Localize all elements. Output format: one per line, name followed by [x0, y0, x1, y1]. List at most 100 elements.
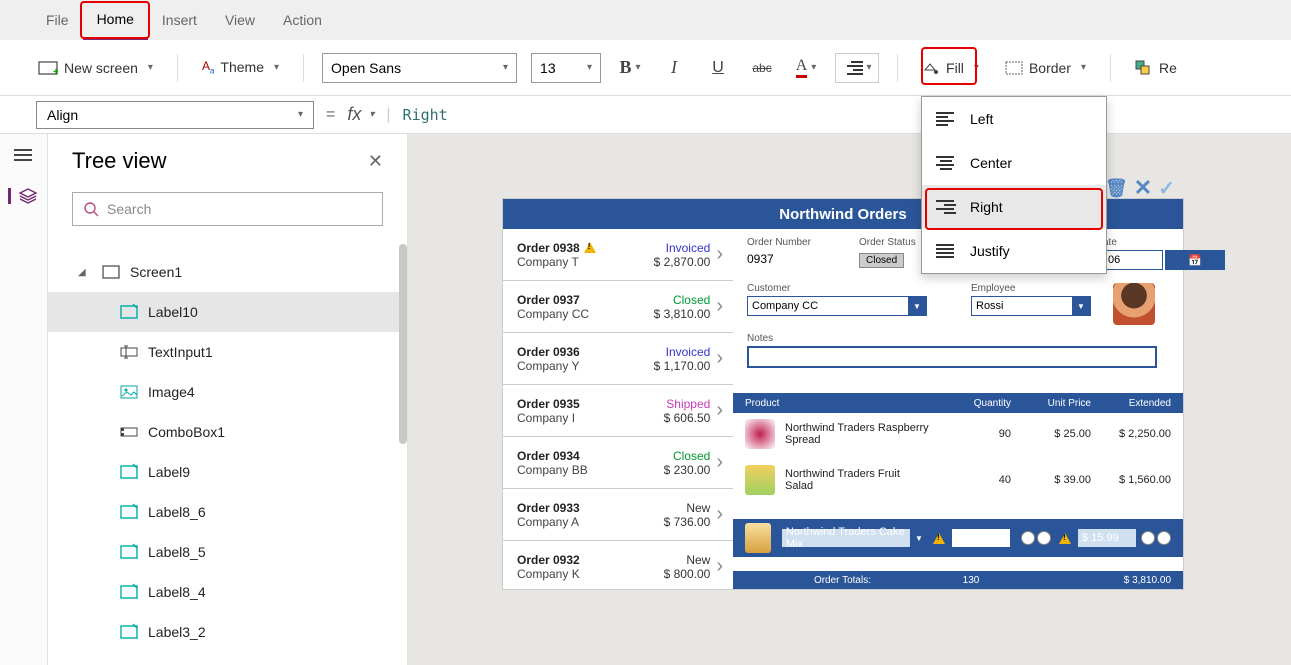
tree-item-textinput1[interactable]: TextInput1 — [48, 332, 407, 372]
align-justify-icon — [936, 244, 956, 258]
formula-value-input[interactable]: Right — [403, 106, 448, 124]
order-status-label: Order Status — [859, 237, 916, 248]
new-screen-button[interactable]: + New screen▾ — [32, 56, 159, 80]
border-icon — [1005, 61, 1023, 75]
order-row[interactable]: Order 0935Company IShipped$ 606.50› — [503, 385, 733, 437]
tree-item-label9[interactable]: Label9 — [48, 452, 407, 492]
customer-dropdown[interactable]: Company CC ▼ — [747, 296, 927, 316]
chevron-down-icon: ▾ — [974, 62, 979, 73]
ribbon-toolbar: + New screen▾ Aa Theme▾ Open Sans▾ 13▾ B… — [0, 40, 1291, 96]
tree-item-label3_2[interactable]: Label3_2 — [48, 612, 407, 652]
search-input[interactable]: Search — [72, 192, 383, 226]
tree-item-label8_6[interactable]: Label8_6 — [48, 492, 407, 532]
control-icon — [120, 423, 138, 441]
cancel-icon[interactable]: ✕ — [1134, 175, 1152, 201]
tree-root-screen[interactable]: ◢ Screen1 — [48, 252, 407, 292]
font-color-button[interactable]: A▾ — [791, 53, 821, 83]
fill-icon — [922, 60, 940, 76]
tree-list: ◢ Screen1 Label10TextInput1Image4ComboBo… — [48, 244, 407, 660]
lines-header: Product Quantity Unit Price Extended — [733, 393, 1183, 413]
menu-action[interactable]: Action — [269, 0, 336, 40]
property-select[interactable]: Align▾ — [36, 101, 314, 129]
control-icon — [120, 543, 138, 561]
chevron-down-icon: ▾ — [369, 109, 374, 120]
control-icon — [120, 343, 138, 361]
employee-avatar — [1113, 283, 1155, 325]
line-item-row[interactable]: Northwind Traders Fruit Salad40$ 39.00$ … — [733, 459, 1183, 501]
border-button[interactable]: Border▾ — [999, 56, 1092, 80]
warning-icon — [1059, 533, 1071, 544]
employee-dropdown[interactable]: Rossi ▼ — [971, 296, 1091, 316]
line-item-row[interactable]: Northwind Traders Raspberry Spread90$ 25… — [733, 413, 1183, 455]
italic-button[interactable]: I — [659, 53, 689, 83]
customer-label: Customer — [747, 283, 937, 294]
product-dropdown[interactable]: Northwind Traders Cake Mix ▼ — [781, 528, 929, 548]
reorder-icon — [1135, 60, 1153, 76]
fx-label[interactable]: fx▾ — [347, 104, 374, 125]
menu-file[interactable]: File — [32, 0, 83, 40]
tree-item-label10[interactable]: Label10 — [48, 292, 407, 332]
align-justify-option[interactable]: Justify — [922, 229, 1106, 273]
order-row[interactable]: Order 0933Company ANew$ 736.00› — [503, 489, 733, 541]
order-row[interactable]: Order 0934Company BBClosed$ 230.00› — [503, 437, 733, 489]
align-left-option[interactable]: Left — [922, 97, 1106, 141]
collapse-icon[interactable]: ◢ — [78, 267, 88, 278]
font-select[interactable]: Open Sans▾ — [322, 53, 517, 83]
employee-label: Employee — [971, 283, 1101, 294]
product-image — [745, 465, 775, 495]
order-date-label: ate — [1103, 237, 1225, 248]
new-line-row[interactable]: Northwind Traders Cake Mix ▼ $ 15.99 — [733, 519, 1183, 557]
order-row[interactable]: Order 0938Company TInvoiced$ 2,870.00› — [503, 229, 733, 281]
chevron-down-icon: ▾ — [148, 62, 153, 73]
screen-icon: + — [38, 61, 58, 75]
warning-icon — [584, 242, 596, 253]
calendar-icon[interactable]: 📅 — [1165, 250, 1225, 270]
chevron-right-icon: › — [716, 451, 723, 474]
tree-view-panel: Tree view ✕ Search ◢ Screen1 Label10Text… — [48, 134, 408, 665]
left-rail — [0, 134, 48, 665]
price-input[interactable]: $ 15.99 — [1077, 528, 1137, 548]
fontsize-select[interactable]: 13▾ — [531, 53, 601, 83]
chevron-down-icon: ▾ — [811, 62, 816, 73]
chevron-down-icon: ▾ — [587, 62, 592, 73]
tree-item-image4[interactable]: Image4 — [48, 372, 407, 412]
top-menu-bar: File Home Insert View Action — [0, 0, 1291, 40]
tree-item-label8_4[interactable]: Label8_4 — [48, 572, 407, 612]
order-row[interactable]: Order 0937Company CCClosed$ 3,810.00› — [503, 281, 733, 333]
menu-insert[interactable]: Insert — [148, 0, 211, 40]
scrollbar[interactable] — [399, 244, 407, 444]
fill-button[interactable]: Fill▾ — [916, 56, 985, 80]
orders-gallery[interactable]: Order 0938Company TInvoiced$ 2,870.00›Or… — [503, 229, 733, 589]
save-icon[interactable]: ✓ — [1158, 176, 1175, 201]
align-right-option[interactable]: Right — [922, 185, 1106, 229]
menu-home[interactable]: Home — [83, 0, 148, 40]
order-row[interactable]: Order 0936Company YInvoiced$ 1,170.00› — [503, 333, 733, 385]
screen-ctrl-icon — [102, 263, 120, 281]
canvas-area[interactable]: Northwind Orders 🗑 ✕ ✓ Order 0938Company… — [408, 134, 1291, 665]
reorder-button[interactable]: Re — [1129, 56, 1183, 80]
order-row[interactable]: Order 0932Company KNew$ 800.00› — [503, 541, 733, 589]
align-center-option[interactable]: Center — [922, 141, 1106, 185]
chevron-down-icon: ▾ — [298, 109, 303, 120]
bold-button[interactable]: B▾ — [615, 53, 645, 83]
notes-input[interactable] — [747, 346, 1157, 368]
hamburger-icon[interactable] — [14, 148, 34, 164]
delete-icon[interactable]: 🗑 — [1105, 178, 1128, 199]
order-detail-form: Order Number 0937 Order Status Closed at… — [733, 229, 1183, 589]
menu-view[interactable]: View — [211, 0, 269, 40]
align-button[interactable]: ▾ — [835, 53, 879, 83]
control-icon — [120, 503, 138, 521]
warning-icon — [933, 533, 945, 544]
control-icon — [120, 383, 138, 401]
strike-button[interactable]: abc — [747, 53, 777, 83]
align-left-icon — [936, 112, 956, 126]
tree-item-combobox1[interactable]: ComboBox1 — [48, 412, 407, 452]
layers-icon[interactable] — [8, 188, 36, 204]
tree-item-label8_5[interactable]: Label8_5 — [48, 532, 407, 572]
underline-button[interactable]: U — [703, 53, 733, 83]
close-icon[interactable]: ✕ — [368, 151, 383, 172]
order-date-field[interactable]: 06 — [1103, 250, 1163, 270]
theme-button[interactable]: Aa Theme▾ — [196, 55, 285, 79]
qty-input[interactable] — [951, 528, 1011, 548]
chevron-down-icon: ▼ — [910, 529, 928, 547]
